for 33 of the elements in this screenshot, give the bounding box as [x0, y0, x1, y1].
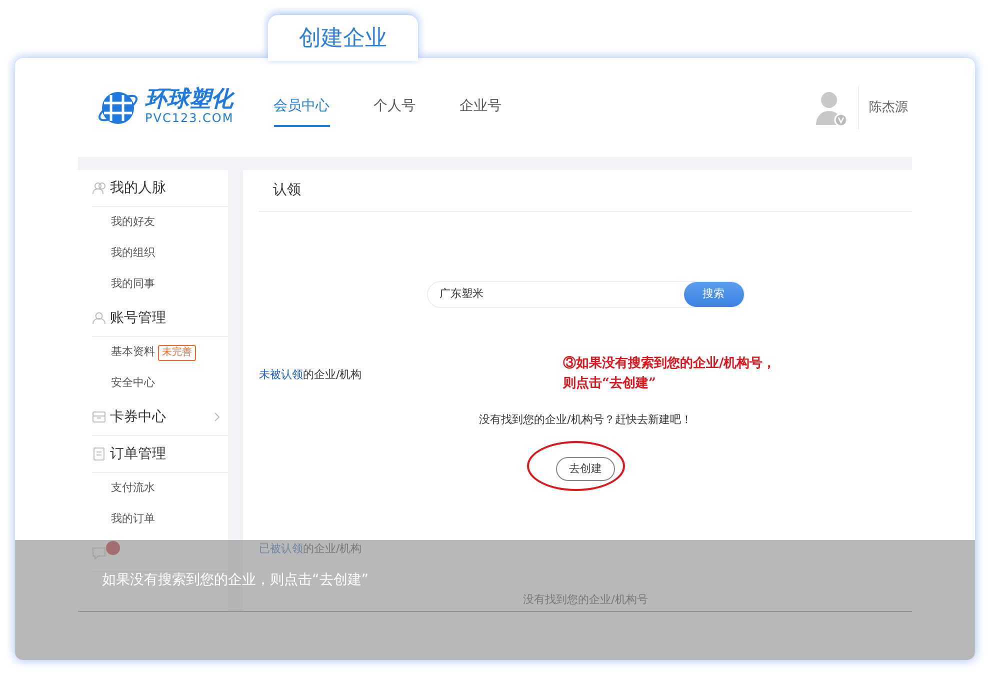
- sidebar-section-title[interactable]: 账号管理: [110, 308, 166, 328]
- nav-tab[interactable]: 个人号: [374, 88, 416, 127]
- sidebar-item[interactable]: 我的组织: [111, 245, 155, 262]
- annotation-text: ③如果没有搜索到您的企业/机构号， 则点击“去创建”: [563, 354, 776, 393]
- create-button[interactable]: 去创建: [556, 456, 615, 481]
- create-enterprise-tab[interactable]: 创建企业: [268, 15, 418, 61]
- message-icon: [92, 546, 106, 560]
- sidebar-section-title[interactable]: 订单管理: [110, 444, 166, 464]
- caption-text: 如果没有搜索到您的企业，则点击“去创建”: [102, 571, 369, 590]
- logo-text: 环球塑化: [145, 89, 234, 112]
- section-title: 认领: [259, 170, 912, 212]
- nav-tab[interactable]: 会员中心: [274, 88, 330, 127]
- empty-message: 没有找到您的企业/机构号？赶快去新建吧！: [478, 412, 693, 428]
- order-icon: [92, 447, 106, 461]
- sidebar-item[interactable]: 安全中心: [111, 375, 155, 392]
- user-name[interactable]: 陈杰源: [858, 86, 912, 130]
- nav-tab[interactable]: 企业号: [460, 88, 502, 127]
- coupon-icon: [92, 410, 106, 424]
- logo-domain: PVC123.COM: [145, 111, 234, 126]
- search-field[interactable]: 广东塑米 搜索: [426, 281, 744, 308]
- sidebar-item[interactable]: 我的订单: [111, 511, 155, 528]
- empty-message: 没有找到您的企业/机构号: [522, 592, 649, 608]
- sidebar-item[interactable]: 我的好友: [111, 214, 155, 231]
- sidebar-item[interactable]: 支付流水: [111, 480, 155, 497]
- people-icon: [92, 181, 106, 195]
- list-heading: 已被认领的企业/机构: [259, 541, 363, 557]
- sidebar-item[interactable]: 我的同事: [111, 276, 155, 293]
- account-icon: [92, 311, 106, 325]
- sidebar-section-title[interactable]: 我的人脉: [110, 178, 166, 198]
- sidebar-item[interactable]: 基本资料: [111, 344, 155, 361]
- list-heading: 未被认领的企业/机构: [259, 367, 363, 383]
- status-badge: 未完善: [158, 344, 196, 360]
- sidebar-section-title[interactable]: 卡券中心: [110, 406, 166, 428]
